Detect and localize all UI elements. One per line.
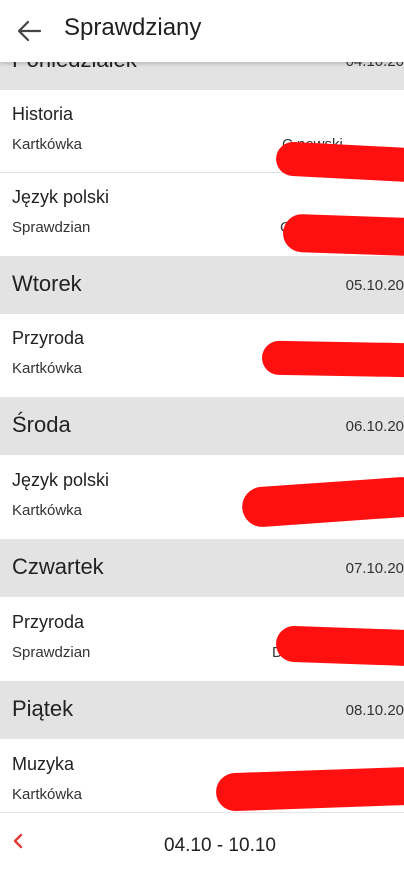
day-name: Czwartek xyxy=(12,554,104,579)
day-date: 08.10.20 xyxy=(345,702,404,719)
day-header: Piątek 08.10.20 xyxy=(0,681,404,739)
exam-list[interactable]: Poniedziałek 04.10.20 Historia Kartkówka… xyxy=(0,50,404,812)
day-date: 07.10.20 xyxy=(345,560,404,577)
day-name: Wtorek xyxy=(12,271,82,296)
redaction-mark xyxy=(275,625,404,667)
exam-type: Kartkówka xyxy=(12,786,83,803)
week-navigation-bar: 04.10 - 10.10 xyxy=(0,812,404,869)
exam-subject: Przyroda xyxy=(12,612,85,632)
day-date: 06.10.20 xyxy=(345,418,404,435)
exam-subject: Muzyka xyxy=(12,754,75,774)
page-title: Sprawdziany xyxy=(64,14,202,41)
redaction-mark xyxy=(282,213,404,257)
back-button[interactable] xyxy=(8,10,50,52)
exam-type: Sprawdzian xyxy=(12,644,91,661)
exam-type: Sprawdzian xyxy=(12,219,91,236)
exam-type: Kartkówka xyxy=(12,136,83,153)
day-name: Piątek xyxy=(12,696,74,721)
arrow-left-icon xyxy=(17,20,42,42)
exam-subject: Historia xyxy=(12,104,74,124)
day-name: Środa xyxy=(12,412,71,437)
day-header: Wtorek 05.10.20 xyxy=(0,256,404,314)
exam-subject: Język polski xyxy=(12,187,110,207)
day-date: 05.10.20 xyxy=(345,277,404,294)
redaction-mark xyxy=(215,766,404,812)
day-header: Czwartek 07.10.20 xyxy=(0,539,404,597)
exam-subject: Język polski xyxy=(12,470,110,490)
exam-type: Kartkówka xyxy=(12,360,83,377)
exam-type: Kartkówka xyxy=(12,502,83,519)
app-bar: Sprawdziany xyxy=(0,0,404,62)
redaction-mark xyxy=(261,340,404,378)
day-header: Środa 06.10.20 xyxy=(0,397,404,455)
exam-subject: Przyroda xyxy=(12,328,85,348)
week-range: 04.10 - 10.10 xyxy=(164,835,276,856)
